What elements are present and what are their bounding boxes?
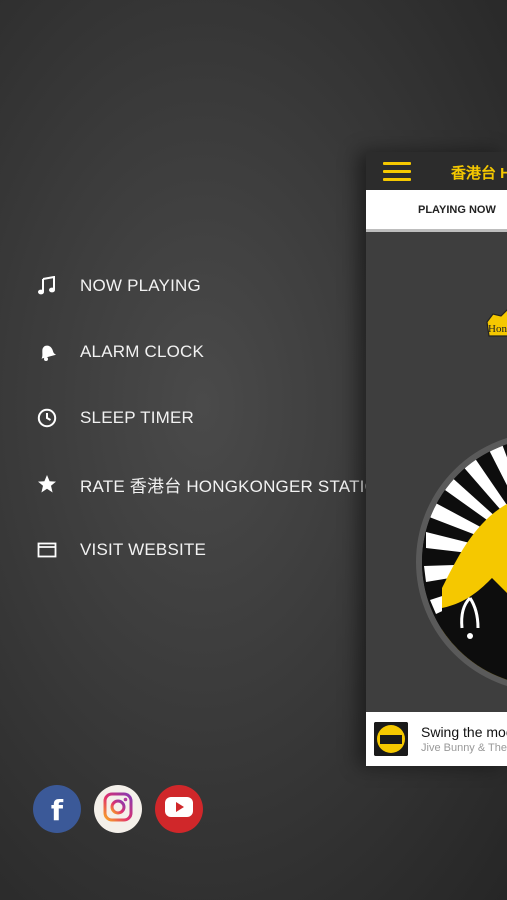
app-preview-panel[interactable]: 香港台 H PLAYING NOW Hon Swing the moo Jive… [366, 152, 507, 766]
youtube-button[interactable] [155, 785, 203, 833]
menu-item-sleep-timer[interactable]: SLEEP TIMER [36, 403, 194, 433]
mini-player-thumbnail [374, 722, 408, 756]
star-icon [36, 473, 58, 495]
menu-item-label: NOW PLAYING [80, 276, 201, 295]
menu-item-rate-app[interactable]: RATE 香港台 HONGKONGER STATION [36, 469, 390, 499]
menu-item-label: SLEEP TIMER [80, 408, 195, 427]
instagram-button[interactable] [94, 785, 142, 833]
browser-window-icon [36, 539, 58, 561]
menu-item-alarm-clock[interactable]: ALARM CLOCK [36, 337, 204, 367]
app-header: 香港台 H [366, 152, 507, 190]
clock-icon [36, 407, 58, 429]
social-links: f [33, 785, 203, 833]
menu-item-label: ALARM CLOCK [80, 342, 205, 361]
facebook-button[interactable]: f [33, 785, 81, 833]
music-note-icon [36, 275, 58, 297]
tab-playing-now[interactable]: PLAYING NOW [418, 204, 496, 216]
menu-item-label: VISIT WEBSITE [80, 540, 207, 559]
hamburger-menu-icon[interactable] [383, 162, 411, 182]
menu-item-visit-website[interactable]: VISIT WEBSITE [36, 535, 206, 565]
logo-text: Hon [488, 323, 507, 335]
app-title: 香港台 H [451, 165, 507, 182]
tab-bar: PLAYING NOW [366, 190, 507, 232]
now-playing-title: Swing the moo [421, 724, 507, 740]
album-art [416, 432, 507, 692]
bell-icon [36, 341, 58, 363]
menu-item-label: RATE 香港台 HONGKONGER STATION [80, 476, 391, 496]
mini-player[interactable]: Swing the moo Jive Bunny & The [366, 712, 507, 766]
now-playing-artist: Jive Bunny & The [421, 742, 507, 754]
facebook-icon: f [50, 793, 64, 827]
station-logo: Hon [483, 300, 507, 340]
menu-item-now-playing[interactable]: NOW PLAYING [36, 271, 201, 301]
instagram-icon [102, 791, 134, 828]
youtube-icon [164, 796, 194, 823]
